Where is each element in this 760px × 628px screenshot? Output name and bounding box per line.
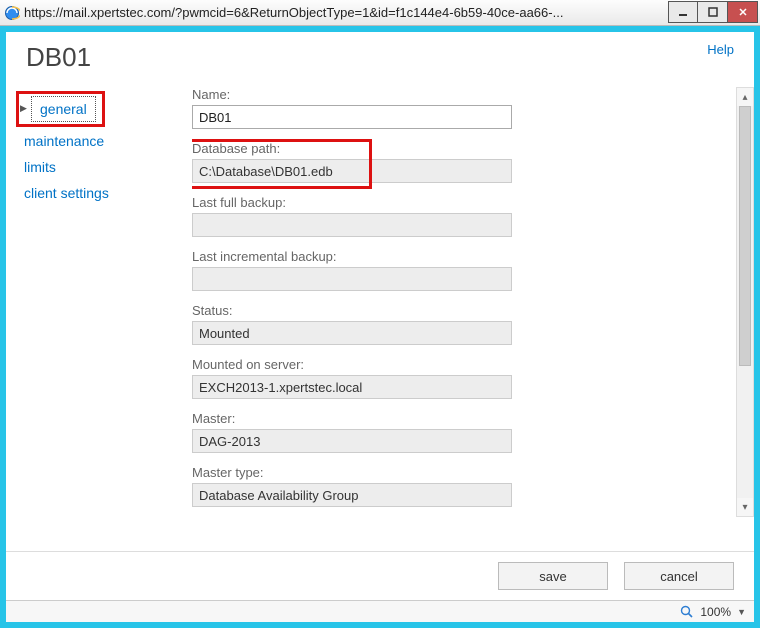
zoom-dropdown-icon[interactable]: ▼ [737,607,746,617]
dialog: DB01 Help general maintenance limits cli… [6,32,754,622]
master-type-label: Master type: [192,465,714,480]
page-title: DB01 [26,42,91,73]
sidebar-item-limits[interactable]: limits [16,155,188,179]
master-label: Master: [192,411,714,426]
form-area: Name: Database path: Last full backup: [192,87,754,551]
browser-url: https://mail.xpertstec.com/?pwmcid=6&Ret… [24,5,668,20]
scroll-up-arrow-icon[interactable]: ▴ [737,88,753,106]
sidebar-item-maintenance[interactable]: maintenance [16,129,188,153]
last-full-backup-label: Last full backup: [192,195,714,210]
window-minimize-button[interactable] [668,1,698,23]
browser-statusbar: 100% ▼ [6,600,754,622]
cancel-button[interactable]: cancel [624,562,734,590]
window-chrome: DB01 Help general maintenance limits cli… [0,26,760,628]
help-link[interactable]: Help [707,42,734,57]
last-full-backup-value [192,213,512,237]
database-path-input [192,159,512,183]
status-label: Status: [192,303,714,318]
master-value [192,429,512,453]
sidebar-item-client-settings[interactable]: client settings [16,181,188,205]
name-label: Name: [192,87,714,102]
dialog-footer: save cancel [6,551,754,600]
window-maximize-button[interactable] [698,1,728,23]
name-input[interactable] [192,105,512,129]
database-path-label: Database path: [192,141,714,156]
ie-icon [4,5,20,21]
master-type-value [192,483,512,507]
save-button[interactable]: save [498,562,608,590]
form-scrollbar[interactable]: ▴ ▾ [736,87,754,517]
browser-titlebar: https://mail.xpertstec.com/?pwmcid=6&Ret… [0,0,760,26]
last-incremental-backup-label: Last incremental backup: [192,249,714,264]
zoom-level[interactable]: 100% [700,605,731,619]
last-incremental-backup-value [192,267,512,291]
sidebar: general maintenance limits client settin… [12,87,192,551]
status-value [192,321,512,345]
window-controls [668,1,758,23]
window-close-button[interactable] [728,1,758,23]
zoom-icon[interactable] [680,605,694,619]
scroll-down-arrow-icon[interactable]: ▾ [737,498,753,516]
scroll-thumb[interactable] [739,106,751,366]
mounted-on-server-value [192,375,512,399]
sidebar-item-general[interactable]: general [31,96,96,122]
mounted-on-server-label: Mounted on server: [192,357,714,372]
